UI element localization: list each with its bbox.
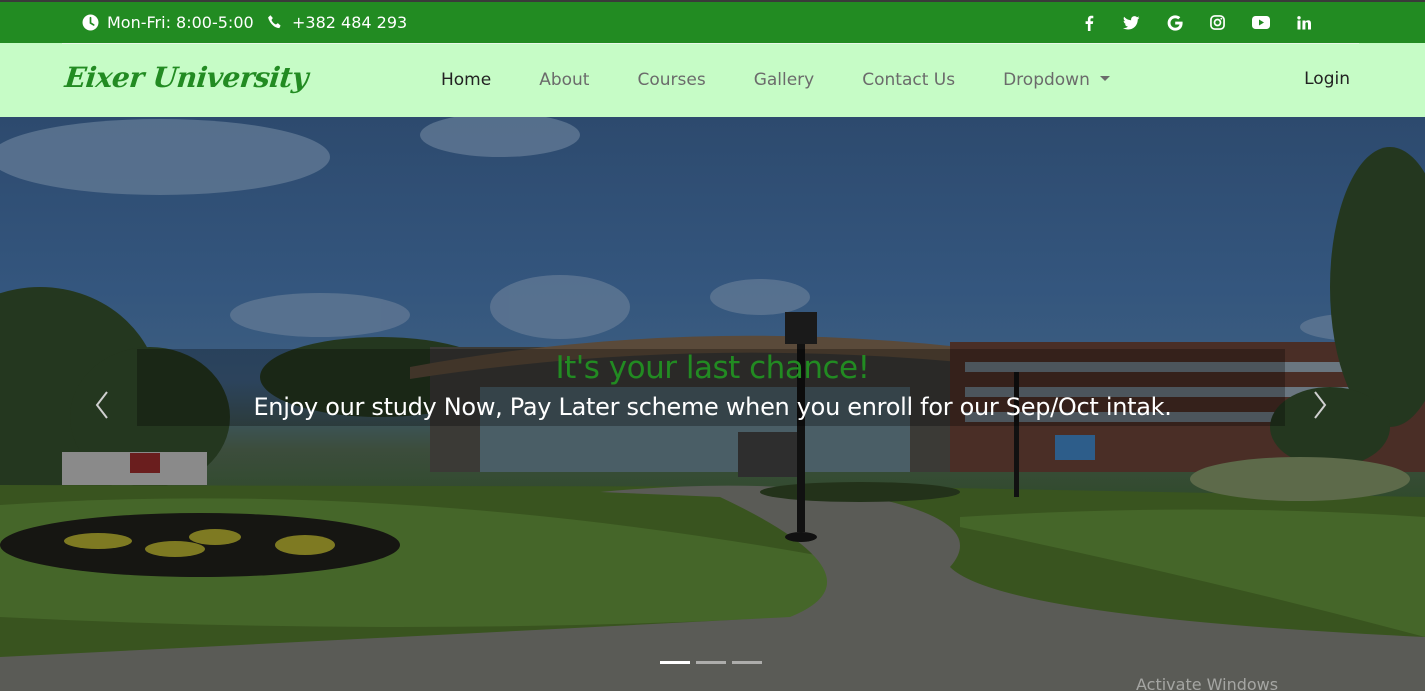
office-hours: Mon-Fri: 8:00-5:00 bbox=[82, 2, 254, 43]
linkedin-icon[interactable] bbox=[1282, 2, 1325, 43]
chevron-left-icon bbox=[95, 391, 108, 419]
nav-item-about[interactable]: About bbox=[539, 70, 589, 90]
nav-item-home[interactable]: Home bbox=[441, 70, 491, 90]
twitter-icon[interactable] bbox=[1110, 2, 1153, 43]
hero-carousel: It's your last chance! Enjoy our study N… bbox=[0, 117, 1425, 691]
nav-item-contact-us[interactable]: Contact Us bbox=[862, 70, 955, 90]
activate-windows-watermark: Activate Windows bbox=[1136, 675, 1279, 691]
hero-subtitle: Enjoy our study Now, Pay Later scheme wh… bbox=[253, 393, 1172, 421]
instagram-icon[interactable] bbox=[1196, 2, 1239, 43]
carousel-indicators bbox=[660, 661, 762, 664]
login-link[interactable]: Login bbox=[1304, 69, 1350, 89]
phone-icon bbox=[268, 15, 281, 29]
caret-down-icon bbox=[1099, 75, 1110, 81]
facebook-icon[interactable] bbox=[1067, 2, 1110, 43]
nav-item-dropdown[interactable]: Dropdown bbox=[1003, 70, 1110, 90]
clock-icon bbox=[82, 14, 99, 31]
youtube-icon[interactable] bbox=[1239, 2, 1282, 43]
nav-item-courses[interactable]: Courses bbox=[637, 70, 705, 90]
nav-item-gallery[interactable]: Gallery bbox=[754, 70, 815, 90]
hero-title: It's your last chance! bbox=[555, 350, 870, 386]
phone-number-text: +382 484 293 bbox=[292, 13, 408, 32]
nav-item-dropdown-label: Dropdown bbox=[1003, 70, 1090, 90]
brand-logo[interactable]: Eixer University bbox=[63, 61, 309, 94]
carousel-prev-button[interactable] bbox=[88, 387, 118, 423]
carousel-indicator-1[interactable] bbox=[660, 661, 690, 664]
main-navbar: Eixer University Home About Courses Gall… bbox=[0, 43, 1425, 117]
top-info-bar: Mon-Fri: 8:00-5:00 +382 484 293 bbox=[0, 0, 1425, 43]
google-icon[interactable] bbox=[1153, 2, 1196, 43]
chevron-right-icon bbox=[1314, 391, 1327, 419]
social-links bbox=[1067, 2, 1325, 43]
carousel-indicator-2[interactable] bbox=[696, 661, 726, 664]
carousel-next-button[interactable] bbox=[1306, 387, 1336, 423]
carousel-indicator-3[interactable] bbox=[732, 661, 762, 664]
office-hours-text: Mon-Fri: 8:00-5:00 bbox=[107, 13, 254, 32]
phone-number: +382 484 293 bbox=[267, 2, 407, 43]
nav-menu: Home About Courses Gallery Contact Us Dr… bbox=[441, 43, 1158, 117]
